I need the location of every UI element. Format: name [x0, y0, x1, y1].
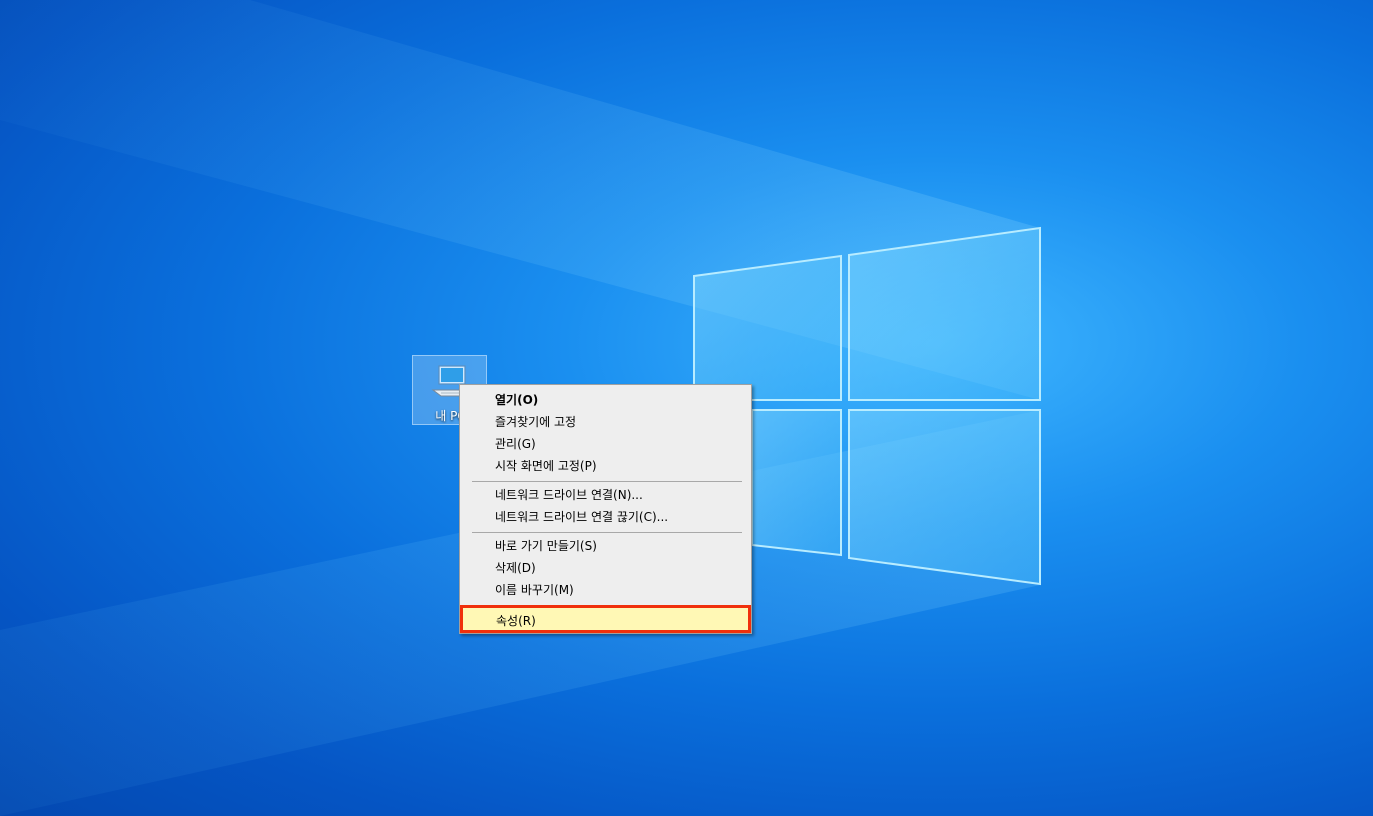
menu-item-pin-to-start[interactable]: 시작 화면에 고정(P): [462, 455, 749, 477]
menu-item-delete[interactable]: 삭제(D): [462, 557, 749, 579]
menu-item-properties[interactable]: 속성(R): [460, 605, 751, 633]
menu-item-map-network-drive[interactable]: 네트워크 드라이브 연결(N)...: [462, 484, 749, 506]
menu-item-create-shortcut[interactable]: 바로 가기 만들기(S): [462, 535, 749, 557]
menu-item-pin-to-quick-access[interactable]: 즐겨찾기에 고정: [462, 411, 749, 433]
menu-item-disconnect-network-drive[interactable]: 네트워크 드라이브 연결 끊기(C)...: [462, 506, 749, 528]
context-menu: 열기(O) 즐겨찾기에 고정 관리(G) 시작 화면에 고정(P) 네트워크 드…: [459, 384, 752, 634]
menu-item-open[interactable]: 열기(O): [462, 389, 749, 411]
menu-separator: [472, 532, 742, 533]
menu-item-manage[interactable]: 관리(G): [462, 433, 749, 455]
menu-item-rename[interactable]: 이름 바꾸기(M): [462, 579, 749, 601]
menu-separator: [472, 481, 742, 482]
desktop: 내 PC 열기(O) 즐겨찾기에 고정 관리(G) 시작 화면에 고정(P) 네…: [0, 0, 1373, 816]
